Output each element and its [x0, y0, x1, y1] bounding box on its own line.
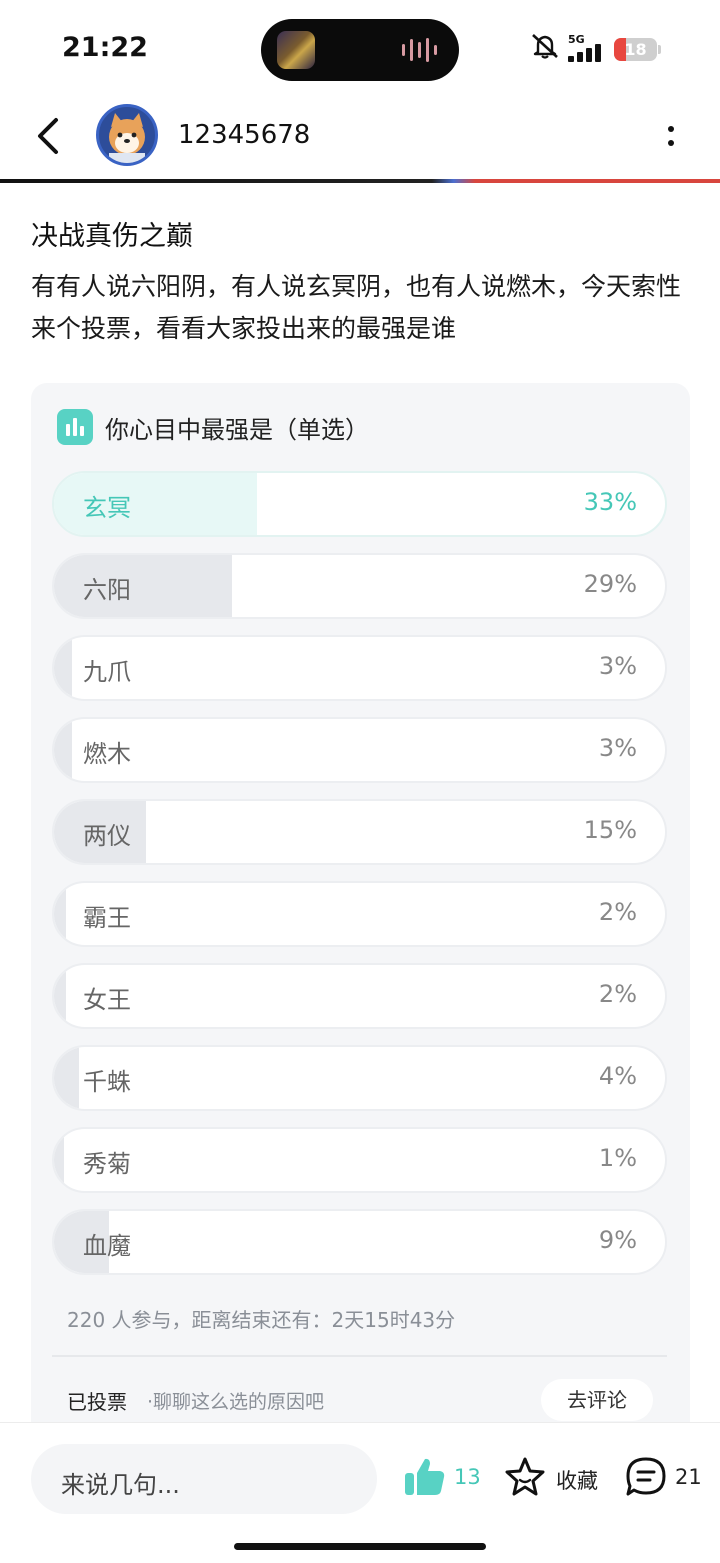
mute-bell-icon [530, 33, 560, 59]
comment-input-placeholder: 来说几句... [61, 1471, 180, 1499]
poll-option-bar [54, 965, 66, 1027]
favorite-button[interactable]: 收藏 [503, 1455, 603, 1503]
poll-option-label: 女王 [83, 986, 131, 1014]
more-button[interactable] [660, 120, 684, 152]
poll-option-label: 血魔 [83, 1232, 131, 1260]
poll-option-percent: 4% [598, 1062, 637, 1090]
like-button[interactable]: 13 [403, 1455, 483, 1503]
poll-meta: 220 人参与，距离结束还有：2天15时43分 [67, 1308, 456, 1332]
poll-option-label: 燃木 [83, 740, 131, 768]
poll-option-percent: 2% [598, 980, 637, 1008]
like-count: 13 [454, 1465, 481, 1489]
nav-bar: 12345678 [0, 100, 720, 180]
battery-level: 18 [624, 40, 647, 59]
poll-option[interactable]: 两仪 15% [52, 799, 667, 865]
status-bar: 21:22 5G 18 [0, 0, 720, 100]
poll-question: 你心目中最强是（单选） [105, 416, 369, 444]
shiba-avatar-icon [109, 113, 145, 163]
back-button[interactable] [32, 114, 68, 158]
comment-count: 21 [675, 1465, 702, 1489]
bottom-bar: 来说几句... 13 收藏 21 [0, 1422, 720, 1563]
poll-option-label: 两仪 [83, 822, 131, 850]
poll-option-bar [54, 555, 232, 617]
header-divider [0, 179, 720, 183]
poll-option-percent: 33% [583, 488, 637, 516]
username[interactable]: 12345678 [178, 120, 310, 150]
poll-option[interactable]: 霸王 2% [52, 881, 667, 947]
poll-option-percent: 3% [598, 652, 637, 680]
dynamic-island[interactable] [261, 19, 459, 81]
post-body: 有有人说六阳阴，有人说玄冥阴，也有人说燃木，今天索性来个投票，看看大家投出来的最… [31, 272, 682, 343]
poll-option-label: 六阳 [83, 576, 131, 604]
chat-bubble-icon [626, 1457, 666, 1496]
poll-option-label: 九爪 [83, 658, 131, 686]
poll-option[interactable]: 女王 2% [52, 963, 667, 1029]
poll-option-percent: 3% [598, 734, 637, 762]
now-playing-thumbnail [277, 31, 315, 69]
poll-option-bar [54, 637, 72, 699]
chevron-left-icon [38, 118, 58, 154]
favorite-label: 收藏 [556, 1469, 598, 1493]
more-vertical-icon [668, 126, 674, 132]
avatar[interactable] [96, 104, 158, 166]
poll-option-label: 玄冥 [83, 494, 131, 522]
vote-status: 已投票 [67, 1390, 127, 1414]
poll-option-bar [54, 1047, 79, 1109]
poll-option-percent: 1% [598, 1144, 637, 1172]
comment-input[interactable]: 来说几句... [31, 1444, 377, 1514]
vote-hint: ·聊聊这么选的原因吧 [147, 1391, 325, 1413]
poll-option-bar [54, 1129, 64, 1191]
poll-option[interactable]: 六阳 29% [52, 553, 667, 619]
poll-option-percent: 2% [598, 898, 637, 926]
battery-icon: 18 [614, 38, 657, 61]
poll-option-percent: 15% [583, 816, 637, 844]
poll-option[interactable]: 秀菊 1% [52, 1127, 667, 1193]
poll-option-percent: 9% [598, 1226, 637, 1254]
poll-option-bar [54, 883, 66, 945]
thumbs-up-icon [405, 1458, 445, 1495]
go-comment-button[interactable]: 去评论 [541, 1379, 653, 1421]
poll-option[interactable]: 燃木 3% [52, 717, 667, 783]
poll-divider [52, 1355, 667, 1357]
star-icon [505, 1457, 545, 1496]
poll-option-percent: 29% [583, 570, 637, 598]
poll-option-label: 千蛛 [83, 1068, 131, 1096]
audio-wave-icon [402, 37, 437, 63]
status-time: 21:22 [62, 32, 148, 63]
home-indicator[interactable] [234, 1543, 486, 1550]
signal-bars-icon [568, 44, 606, 62]
poll-option-label: 秀菊 [83, 1150, 131, 1178]
poll-option-label: 霸王 [83, 904, 131, 932]
poll-card: 你心目中最强是（单选） 玄冥 33% 六阳 29% 九爪 3% 燃木 3% 两仪 15% 霸王 2% 女… [31, 383, 690, 1443]
poll-option[interactable]: 血魔 9% [52, 1209, 667, 1275]
poll-option[interactable]: 玄冥 33% [52, 471, 667, 537]
poll-option-bar [54, 719, 72, 781]
poll-option[interactable]: 九爪 3% [52, 635, 667, 701]
poll-chart-icon [57, 409, 93, 445]
post-title: 决战真伤之巅 [31, 221, 193, 252]
poll-option[interactable]: 千蛛 4% [52, 1045, 667, 1111]
comments-button[interactable]: 21 [624, 1455, 704, 1503]
